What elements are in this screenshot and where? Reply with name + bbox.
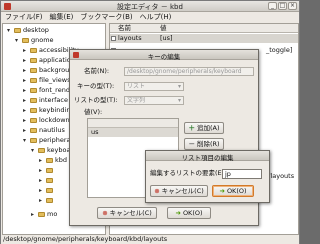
cancel-icon: ⊗ (102, 209, 108, 217)
ok-arrow-icon: ➜ (219, 187, 225, 195)
menu-help[interactable]: ヘルプ(H) (140, 12, 172, 22)
menu-edit[interactable]: 編集(E) (50, 12, 74, 22)
minimize-icon[interactable]: _ (268, 2, 277, 10)
expander-open-icon[interactable]: ▾ (31, 146, 38, 156)
maximize-icon[interactable]: □ (278, 2, 287, 10)
tree-item[interactable]: ▸ interface (23, 95, 68, 105)
status-bar: /desktop/gnome/peripherals/keyboard/kbd/… (1, 235, 299, 244)
folder-icon (30, 48, 37, 53)
folder-icon (30, 128, 37, 133)
expander-open-icon[interactable]: ▾ (15, 36, 22, 46)
name-label: 名前(N): (84, 67, 110, 75)
window-title: 設定エディタ － kbd (117, 3, 183, 11)
tree-item[interactable]: ▸ lockdown (23, 115, 70, 125)
delete-button[interactable]: －削除(R) (184, 138, 224, 150)
type-label: キーの型(T): (77, 82, 115, 90)
dialog-title-bar[interactable]: キーの編集 (70, 50, 258, 61)
expander-closed-icon[interactable]: ▸ (31, 210, 38, 220)
list-cancel-button[interactable]: ⊗ キャンセル(C) (150, 185, 208, 197)
add-button[interactable]: ＋追加(A) (184, 122, 224, 134)
folder-icon (30, 108, 37, 113)
list-type-label: リストの型(T): (74, 96, 118, 104)
menu-bookmarks[interactable]: ブックマーク(B) (80, 12, 132, 22)
folder-icon (30, 118, 37, 123)
name-field[interactable]: /desktop/gnome/peripherals/keyboard (124, 67, 254, 76)
tree-item[interactable]: ▸ (39, 185, 55, 195)
value-row[interactable]: us (88, 128, 178, 137)
checkbox-icon (111, 36, 116, 41)
dialog-title-bar[interactable]: リスト項目の編集 (146, 151, 269, 162)
list-header: 名前 値 (110, 24, 298, 33)
folder-icon (22, 38, 29, 43)
list-ok-button[interactable]: ➜ OK(O) (212, 185, 254, 197)
close-icon[interactable]: × (288, 2, 297, 10)
tree-item[interactable]: ▸ (39, 195, 55, 205)
values-label: 値(V): (84, 108, 103, 116)
folder-icon (30, 78, 37, 83)
values-list-header (88, 119, 178, 128)
expander-closed-icon[interactable]: ▸ (39, 196, 46, 206)
type-combo[interactable]: リスト (124, 82, 184, 91)
expander-open-icon[interactable]: ▾ (23, 136, 30, 146)
folder-icon (38, 148, 45, 153)
tree-item[interactable]: ▾ gnome (15, 35, 54, 45)
tree-item[interactable]: ▸ (39, 165, 55, 175)
dialog-title: リスト項目の編集 (181, 154, 234, 162)
tree-item[interactable]: ▸ kbd (39, 155, 67, 165)
folder-icon (30, 98, 37, 103)
folder-icon (30, 138, 37, 143)
tree-item[interactable]: ▸ mo (31, 209, 57, 219)
tree-item[interactable]: ▸ file_views (23, 75, 71, 85)
tree-item[interactable]: ▸ nautilus (23, 125, 65, 135)
list-type-combo[interactable]: 文字列 (124, 96, 184, 105)
expander-open-icon[interactable]: ▾ (7, 26, 14, 36)
folder-icon (46, 188, 53, 193)
title-bar[interactable]: 設定エディタ － kbd _ □ × (1, 1, 299, 12)
plus-icon: ＋ (188, 124, 195, 132)
list-item-label: 編集するリストの要素(E): (150, 169, 227, 177)
minus-icon: － (188, 140, 195, 148)
tree-item[interactable]: ▾ peripherals (23, 135, 76, 145)
menu-file[interactable]: ファイル(F) (5, 12, 43, 22)
folder-icon (38, 212, 45, 217)
folder-icon (46, 198, 53, 203)
menu-bar: ファイル(F) 編集(E) ブックマーク(B) ヘルプ(H) (1, 12, 299, 22)
folder-icon (14, 28, 21, 33)
folder-icon (46, 158, 53, 163)
ok-button[interactable]: ➜ OK(O) (167, 207, 211, 219)
folder-icon (46, 168, 53, 173)
column-header-name[interactable]: 名前 (118, 24, 131, 33)
tree-item[interactable]: ▸ (39, 175, 55, 185)
folder-icon (46, 178, 53, 183)
folder-icon (30, 88, 37, 93)
tree-item[interactable]: ▾ desktop (7, 25, 49, 35)
folder-icon (30, 68, 37, 73)
edit-list-item-dialog: リスト項目の編集 編集するリストの要素(E): jp ⊗ キャンセル(C) ➜ OK… (145, 150, 270, 203)
cancel-button[interactable]: ⊗ キャンセル(C) (97, 207, 157, 219)
ok-arrow-icon: ➜ (175, 209, 181, 217)
folder-icon (30, 58, 37, 63)
dialog-title: キーの編集 (147, 53, 181, 61)
column-header-value[interactable]: 値 (160, 24, 167, 33)
cancel-icon: ⊗ (154, 187, 160, 195)
list-item-input[interactable]: jp (222, 169, 262, 179)
list-row[interactable]: layouts [us] (110, 34, 298, 43)
